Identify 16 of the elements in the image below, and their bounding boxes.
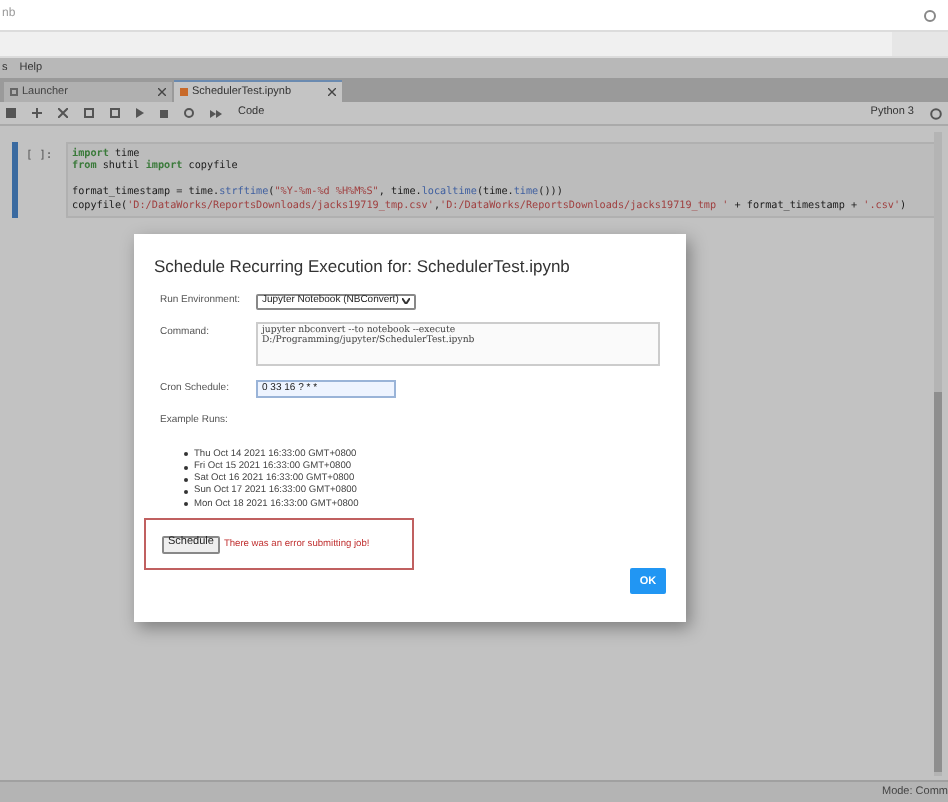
kernel-status-icon xyxy=(930,107,942,119)
dialog-title: Schedule Recurring Execution for: SchedulerTest.ipynb xyxy=(154,254,572,280)
close-icon[interactable] xyxy=(328,88,336,96)
scrollbar-thumb[interactable] xyxy=(934,392,942,772)
add-icon[interactable] xyxy=(32,108,42,118)
restart-icon[interactable] xyxy=(184,108,194,118)
settings-icon[interactable] xyxy=(922,7,938,23)
close-icon[interactable] xyxy=(158,88,166,96)
run-icon[interactable] xyxy=(136,108,144,118)
chevron-down-icon xyxy=(402,298,411,305)
paste-icon[interactable] xyxy=(110,108,120,118)
stop-icon[interactable] xyxy=(160,109,168,117)
code-cell[interactable] xyxy=(12,142,936,218)
copy-icon[interactable] xyxy=(84,108,94,118)
cut-icon[interactable] xyxy=(58,108,68,118)
fast-forward-icon[interactable] xyxy=(210,109,222,117)
